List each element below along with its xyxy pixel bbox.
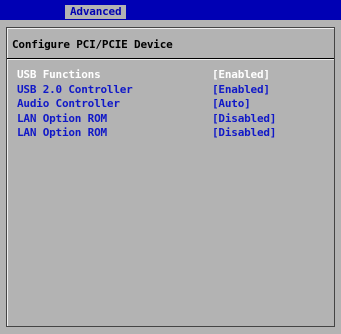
bios-screen: Advanced Configure PCI/PCIE Device USB F…: [0, 0, 341, 334]
setting-lan-option-rom-2[interactable]: LAN Option ROM [Disabled]: [17, 126, 317, 141]
setting-lan-option-rom[interactable]: LAN Option ROM [Disabled]: [17, 112, 317, 127]
setting-label: Audio Controller: [17, 97, 120, 110]
setting-value[interactable]: [Enabled]: [212, 83, 270, 97]
setting-label: LAN Option ROM: [17, 126, 107, 139]
page-title: Configure PCI/PCIE Device: [12, 38, 173, 51]
setting-label: USB Functions: [17, 68, 101, 81]
title-divider-highlight: [7, 59, 334, 60]
setting-value[interactable]: [Disabled]: [212, 112, 276, 126]
setting-value[interactable]: [Auto]: [212, 97, 251, 111]
setting-label: USB 2.0 Controller: [17, 82, 133, 96]
tab-advanced[interactable]: Advanced: [65, 5, 127, 19]
setting-usb-2-controller[interactable]: USB 2.0 Controller [Enabled]: [17, 83, 317, 98]
setting-audio-controller[interactable]: Audio Controller [Auto]: [17, 97, 317, 112]
setting-label: LAN Option ROM: [17, 111, 107, 125]
settings-list: USB Functions [Enabled] USB 2.0 Controll…: [17, 68, 317, 141]
setting-value[interactable]: [Disabled]: [212, 126, 276, 140]
setting-value[interactable]: [Enabled]: [212, 68, 270, 82]
setting-usb-functions[interactable]: USB Functions [Enabled]: [17, 68, 317, 83]
menu-bar: Advanced: [0, 0, 341, 20]
